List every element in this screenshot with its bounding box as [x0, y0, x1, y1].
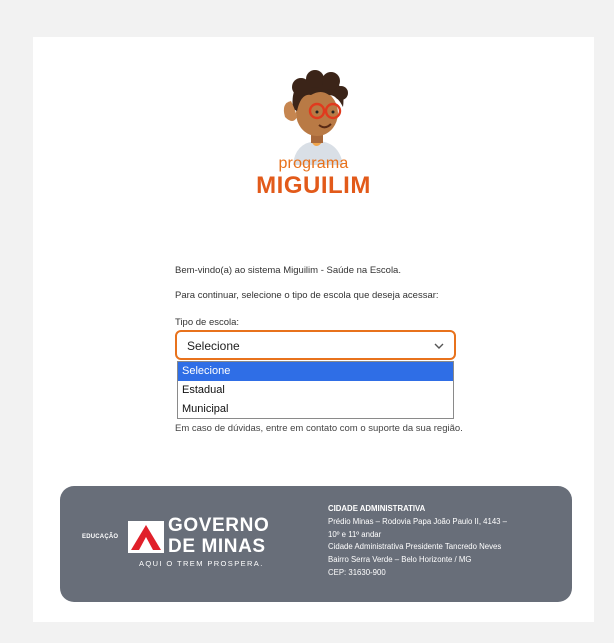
school-type-label: Tipo de escola: [175, 317, 240, 328]
slogan: AQUI O TREM PROSPERA. [139, 559, 264, 568]
chevron-down-icon [434, 343, 444, 349]
education-label: EDUCAÇÃO [82, 534, 119, 540]
brand-title: MIGUILIM [256, 172, 371, 199]
option-estadual[interactable]: Estadual [178, 381, 453, 400]
address-line: 10º e 11º andar [328, 529, 382, 539]
miguilim-logo-icon [283, 70, 348, 165]
welcome-text: Bem-vindo(a) ao sistema Miguilim - Saúde… [175, 265, 401, 276]
address-line: Bairro Serra Verde – Belo Horizonte / MG [328, 555, 472, 565]
de-minas-text: DE MINAS [168, 536, 266, 557]
address-line: Cidade Administrativa Presidente Tancred… [328, 542, 502, 552]
school-type-options: Selecione Estadual Municipal [177, 361, 454, 419]
school-type-select[interactable]: Selecione [175, 330, 456, 360]
login-card: programa MIGUILIM Bem-vindo(a) ao sistem… [33, 37, 594, 622]
instruction-text: Para continuar, selecione o tipo de esco… [175, 290, 439, 301]
governo-text: GOVERNO [168, 515, 270, 536]
address-line: Prédio Minas – Rodovia Papa João Paulo I… [328, 516, 508, 526]
option-selecione[interactable]: Selecione [178, 362, 453, 381]
government-logo-icon [128, 521, 164, 553]
brand-subtitle: programa [278, 155, 349, 172]
address-line: CEP: 31630-900 [328, 567, 386, 577]
footer: EDUCAÇÃO GOVERNO DE MINAS AQUI O TREM PR… [60, 486, 572, 602]
option-municipal[interactable]: Municipal [178, 400, 453, 419]
help-text: Em caso de dúvidas, entre em contato com… [175, 423, 463, 434]
address-title: CIDADE ADMINISTRATIVA [328, 504, 426, 513]
address-block: CIDADE ADMINISTRATIVA Prédio Minas – Rod… [328, 503, 507, 580]
select-value: Selecione [187, 339, 240, 353]
